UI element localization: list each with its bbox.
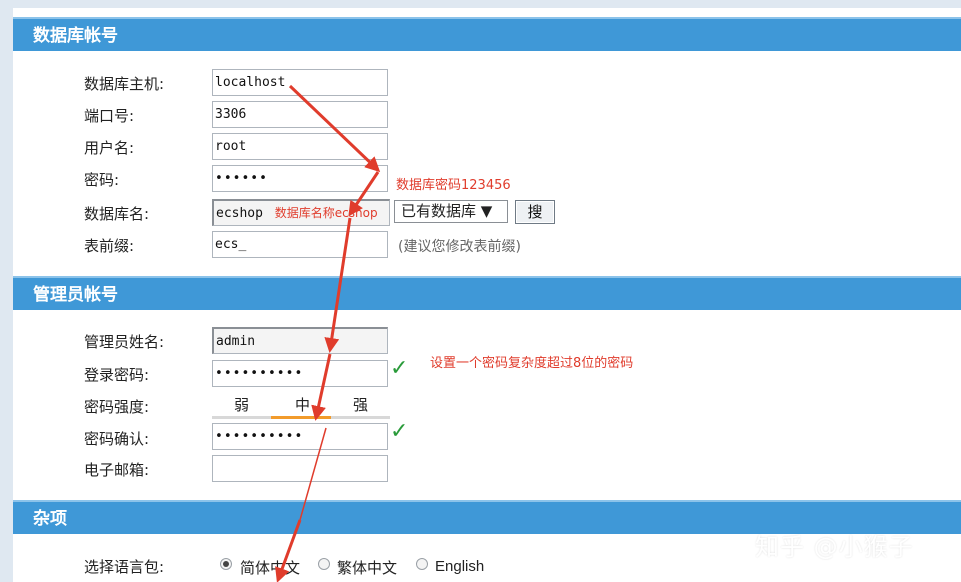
admin-password-annotation: 设置一个密码复杂度超过8位的密码 [430,356,634,371]
strength-medium: 中 [295,396,311,414]
table-prefix-hint: (建议您修改表前缀) [398,239,521,255]
db-name-value: ecshop [216,206,263,221]
section-header-db-account: 数据库帐号 [13,17,961,51]
confirm-valid-check-icon: ✓ [390,419,409,444]
email-label: 电子邮箱: [84,461,150,479]
db-name-label: 数据库名: [84,205,150,223]
password-valid-check-icon: ✓ [390,356,409,381]
radio-label-english[interactable]: English [435,558,484,575]
strength-active-bar [271,416,331,419]
db-password-input[interactable]: •••••• [212,165,388,192]
db-name-annotation: 数据库名称ecshop [274,206,378,220]
confirm-password-input[interactable]: •••••••••• [212,423,388,450]
db-password-annotation: 数据库密码123456 [396,178,511,193]
search-db-button[interactable]: 搜 [515,200,555,224]
strength-strong: 强 [353,396,369,414]
existing-db-select[interactable]: 已有数据库 ▼ [394,200,508,223]
radio-label-simplified-chinese[interactable]: 简体中文 [240,557,300,578]
db-password-label: 密码: [84,171,120,189]
radio-simplified-chinese[interactable] [220,558,232,570]
radio-label-traditional-chinese[interactable]: 繁体中文 [337,557,397,578]
confirm-password-label: 密码确认: [84,430,150,448]
admin-name-label: 管理员姓名: [84,333,165,351]
db-host-input[interactable]: localhost [212,69,388,96]
table-prefix-input[interactable]: ecs_ [212,231,388,258]
db-port-input[interactable]: 3306 [212,101,388,128]
admin-password-input[interactable]: •••••••••• [212,360,388,387]
zhihu-watermark: 知乎 @小猴子 [755,533,914,561]
admin-name-input[interactable]: admin [212,327,388,354]
radio-english[interactable] [416,558,428,570]
table-prefix-label: 表前缀: [84,237,135,255]
db-name-input[interactable]: ecshop 数据库名称ecshop [212,199,390,226]
radio-traditional-chinese[interactable] [318,558,330,570]
db-user-input[interactable]: root [212,133,388,160]
language-label: 选择语言包: [84,558,165,576]
db-port-label: 端口号: [84,107,135,125]
db-user-label: 用户名: [84,139,135,157]
db-host-label: 数据库主机: [84,75,165,93]
strength-weak: 弱 [234,396,250,414]
admin-password-label: 登录密码: [84,366,150,384]
email-input[interactable] [212,455,388,482]
section-header-admin-account: 管理员帐号 [13,276,961,310]
password-strength-label: 密码强度: [84,398,150,416]
